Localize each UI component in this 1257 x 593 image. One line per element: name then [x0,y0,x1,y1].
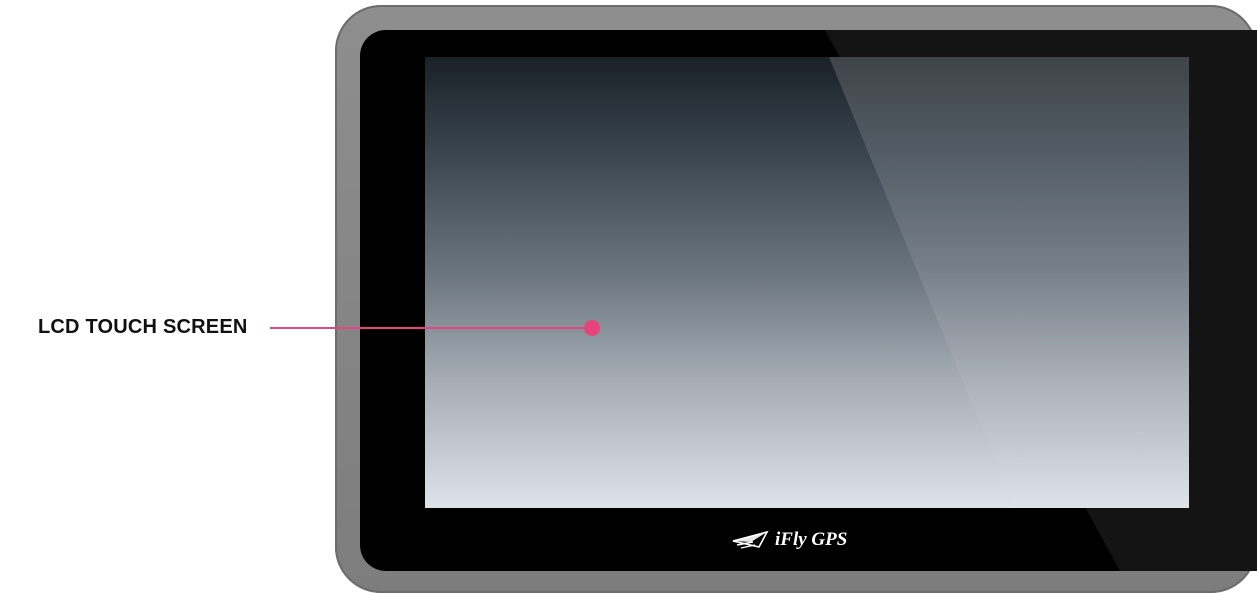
paper-plane-logo-icon [732,530,769,549]
lcd-touch-screen [425,57,1189,508]
callout-target-dot [584,320,600,336]
brand-logo: iFly GPS [731,527,847,553]
brand-name: iFly GPS [775,529,848,550]
callout-leader-line [270,327,592,329]
diagram-canvas: iFly GPS LCD TOUCH SCREEN [0,0,1257,593]
screen-glare [829,57,1189,508]
callout-label: LCD TOUCH SCREEN [38,316,248,338]
